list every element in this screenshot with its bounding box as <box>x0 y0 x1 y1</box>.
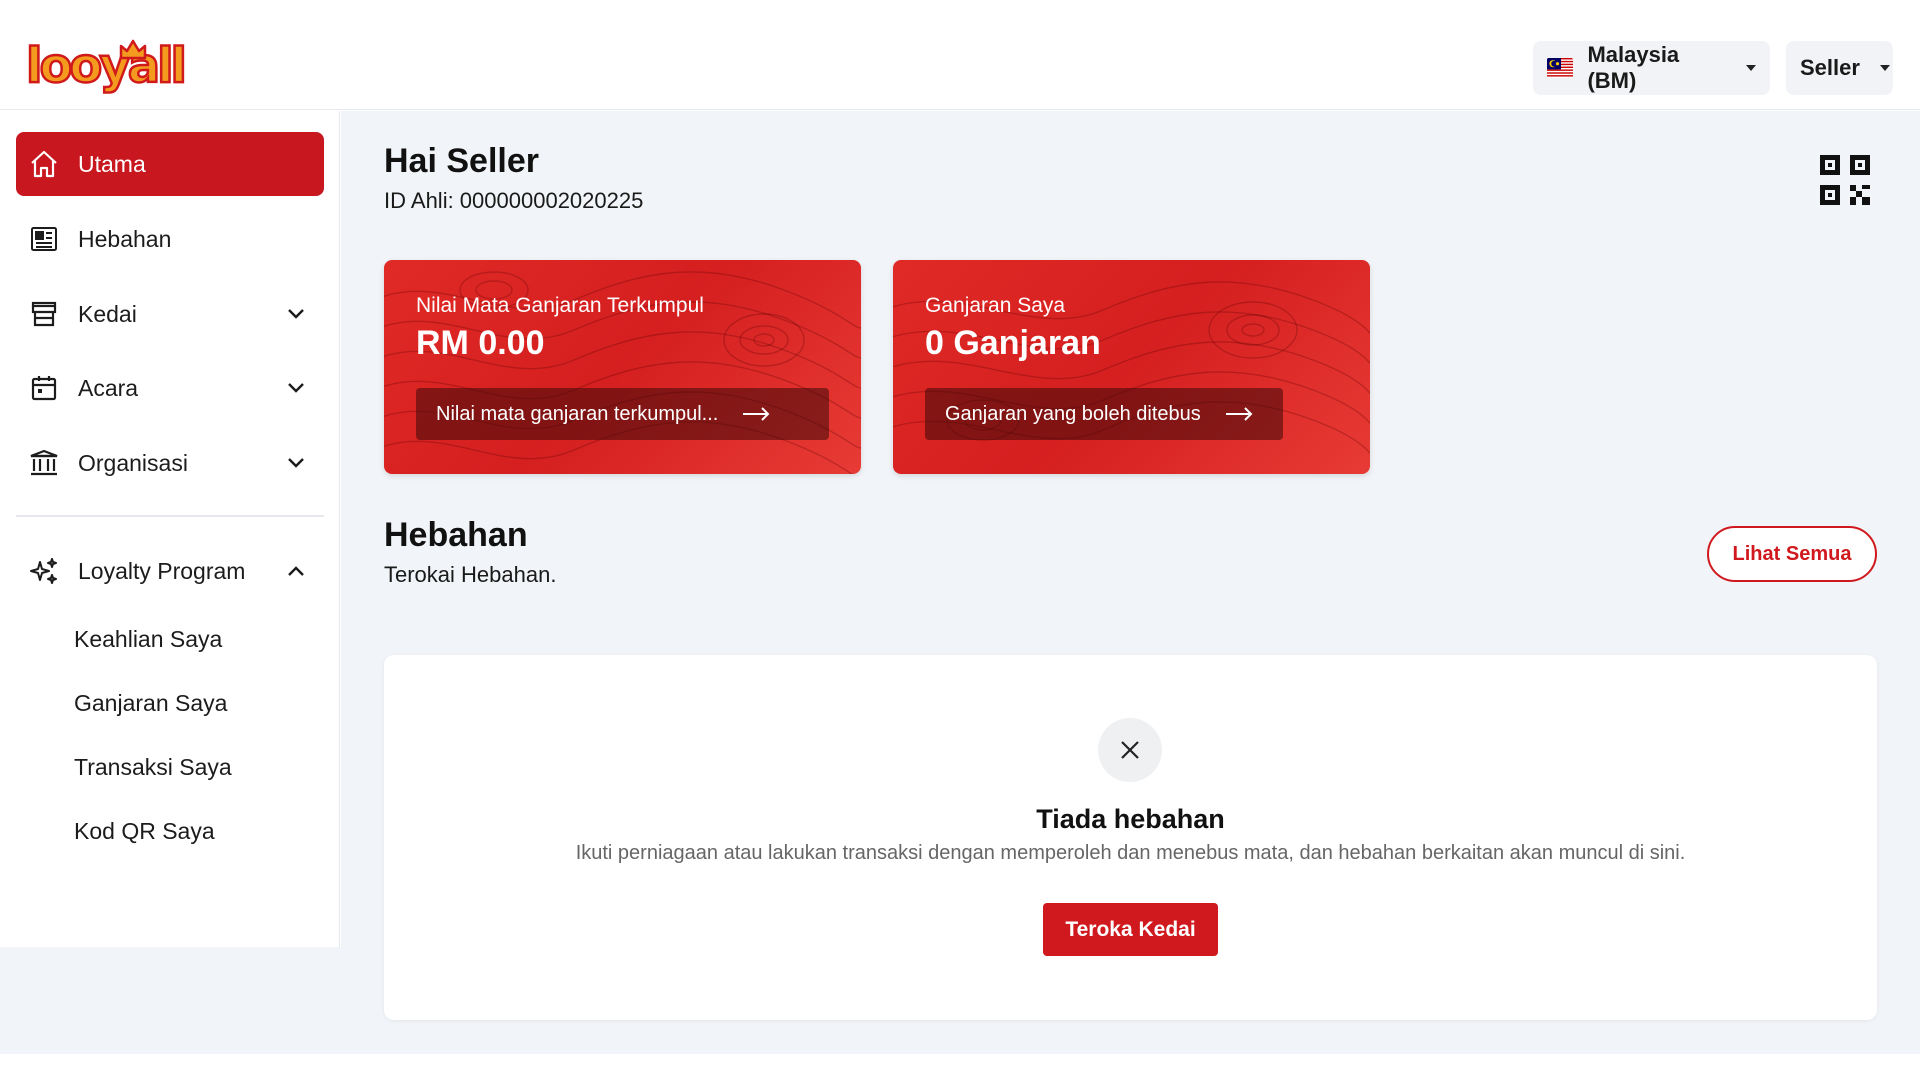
close-icon <box>1121 741 1139 759</box>
sidebar-subitem-kod-qr-saya[interactable]: Kod QR Saya <box>74 818 215 845</box>
section-title: Hebahan <box>384 516 528 554</box>
arrow-right-icon <box>743 407 770 421</box>
sidebar-footer-area <box>0 947 341 1054</box>
chevron-down-icon <box>288 383 304 393</box>
sidebar-item-hebahan[interactable]: Hebahan <box>16 207 324 271</box>
sparkles-icon <box>28 555 60 587</box>
card-value: RM 0.00 <box>416 324 545 362</box>
calendar-icon <box>28 372 60 404</box>
sidebar-item-utama[interactable]: Utama <box>16 132 324 196</box>
page-title: Hai Seller <box>384 142 539 180</box>
caret-down-icon <box>1879 65 1890 71</box>
contour-pattern <box>893 281 1370 455</box>
arrow-right-icon <box>1225 407 1253 421</box>
language-label: Malaysia (BM) <box>1587 42 1680 93</box>
sidebar-item-label: Loyalty Program <box>78 557 246 584</box>
card-link-label: Nilai mata ganjaran terkumpul... <box>436 402 719 425</box>
empty-state-icon <box>1098 718 1162 782</box>
user-menu[interactable]: Seller <box>1786 41 1893 95</box>
explore-store-button[interactable]: Teroka Kedai <box>1043 903 1218 956</box>
empty-state-title: Tiada hebahan <box>1036 804 1225 834</box>
member-id: ID Ahli: 000000002020225 <box>384 188 644 213</box>
language-selector[interactable]: Malaysia (BM) <box>1533 41 1770 95</box>
store-icon <box>28 298 60 330</box>
section-subtitle: Terokai Hebahan. <box>384 562 557 587</box>
logo-crown-icon <box>119 39 147 60</box>
points-value-link[interactable]: Nilai mata ganjaran terkumpul... <box>416 388 829 440</box>
redeemable-rewards-link[interactable]: Ganjaran yang boleh ditebus <box>925 388 1283 440</box>
sidebar-item-acara[interactable]: Acara <box>16 356 324 420</box>
sidebar-divider <box>16 515 324 517</box>
sidebar-item-label: Kedai <box>78 300 137 327</box>
sidebar: Utama Hebahan Kedai Acara Organisasi Loy… <box>0 111 340 947</box>
home-icon <box>28 148 60 180</box>
caret-down-icon <box>1746 65 1756 71</box>
sidebar-item-kedai[interactable]: Kedai <box>16 282 324 346</box>
card-label: Nilai Mata Ganjaran Terkumpul <box>416 294 704 317</box>
card-value: 0 Ganjaran <box>925 324 1101 362</box>
sidebar-subitem-ganjaran-saya[interactable]: Ganjaran Saya <box>74 690 227 717</box>
see-all-button[interactable]: Lihat Semua <box>1707 526 1877 582</box>
card-link-label: Ganjaran yang boleh ditebus <box>945 402 1201 425</box>
brand-logo[interactable]: looyall <box>25 37 189 96</box>
chevron-up-icon <box>288 566 304 576</box>
points-value-card: Nilai Mata Ganjaran Terkumpul RM 0.00 Ni… <box>384 260 861 474</box>
contour-pattern <box>384 271 861 474</box>
chevron-down-icon <box>288 458 304 468</box>
user-label: Seller <box>1800 55 1860 80</box>
empty-state-panel <box>384 655 1877 1020</box>
empty-state-description: Ikuti perniagaan atau lakukan transaksi … <box>575 842 1686 864</box>
sidebar-item-label: Organisasi <box>78 449 188 476</box>
sidebar-item-organisasi[interactable]: Organisasi <box>16 431 324 495</box>
qr-code-icon[interactable] <box>1818 153 1872 207</box>
sidebar-subitem-keahlian-saya[interactable]: Keahlian Saya <box>74 626 222 653</box>
newspaper-icon <box>28 223 60 255</box>
malaysia-flag-icon <box>1547 58 1574 78</box>
sidebar-item-label: Utama <box>78 150 146 177</box>
building-icon <box>28 447 60 479</box>
top-header: looyall Malaysia (BM) Seller <box>0 0 1920 110</box>
chevron-down-icon <box>288 309 304 319</box>
my-rewards-card: Ganjaran Saya 0 Ganjaran Ganjaran yang b… <box>893 260 1370 474</box>
card-label: Ganjaran Saya <box>925 294 1066 317</box>
sidebar-subitem-transaksi-saya[interactable]: Transaksi Saya <box>74 754 232 781</box>
sidebar-item-label: Hebahan <box>78 225 172 252</box>
sidebar-item-loyalty-program[interactable]: Loyalty Program <box>16 539 324 603</box>
sidebar-item-label: Acara <box>78 374 139 401</box>
